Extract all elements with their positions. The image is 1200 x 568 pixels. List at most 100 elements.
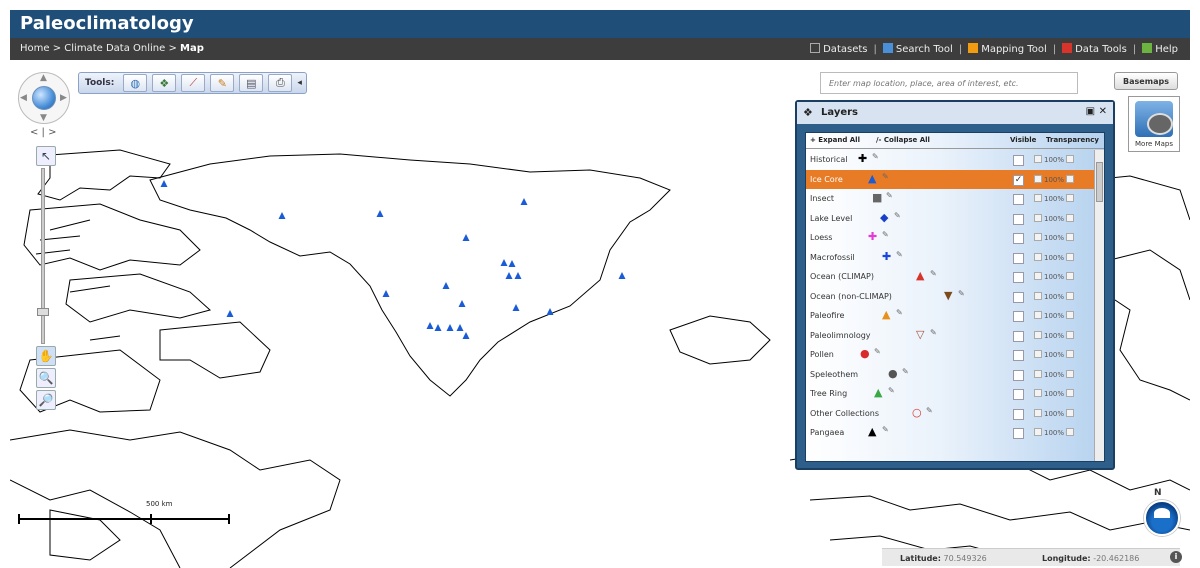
ice-core-marker[interactable] [508, 260, 516, 267]
breadcrumb-home[interactable]: Home [20, 43, 50, 54]
layer-transparency-control[interactable]: 100% [1032, 155, 1076, 164]
pan-control[interactable]: ▲ ▼ ◀ ▶ [18, 72, 70, 124]
transparency-increase-icon[interactable] [1066, 428, 1075, 436]
layer-row[interactable]: Loess ✚ ✎ 100% [806, 228, 1096, 248]
breadcrumb-climate-data-online[interactable]: Climate Data Online [64, 43, 165, 54]
ice-core-marker[interactable] [618, 272, 626, 279]
ice-core-marker[interactable] [462, 234, 470, 241]
collapse-all-link[interactable]: /- Collapse All [876, 136, 930, 144]
link-datasets[interactable]: Datasets [810, 43, 867, 55]
link-search-tool[interactable]: Search Tool [882, 43, 953, 55]
zoom-thumb[interactable] [37, 308, 49, 316]
rotate-control[interactable]: < | > [30, 127, 56, 138]
layer-visible-checkbox[interactable] [1013, 311, 1024, 322]
zoom-out-icon[interactable]: 🔎 [36, 390, 56, 410]
layer-transparency-control[interactable]: 100% [1032, 369, 1076, 379]
pan-left-icon[interactable]: ◀ [20, 93, 27, 103]
tools-collapse-icon[interactable]: ◂ [297, 78, 302, 88]
zoom-slider[interactable] [36, 168, 50, 344]
transparency-increase-icon[interactable] [1066, 272, 1075, 280]
layer-transparency-control[interactable]: 100% [1032, 252, 1076, 262]
basemaps-button[interactable]: Basemaps [1114, 72, 1178, 90]
ice-core-marker[interactable] [512, 304, 520, 311]
layer-row[interactable]: Ocean (non-CLIMAP) ▼ ✎ 100% [806, 287, 1096, 307]
measure-tool-button[interactable]: ⟋ [181, 74, 206, 92]
ice-core-marker[interactable] [382, 290, 390, 297]
location-search-input[interactable] [820, 72, 1078, 94]
transparency-increase-icon[interactable] [1066, 174, 1075, 183]
layer-visible-checkbox[interactable] [1013, 194, 1024, 205]
ice-core-marker[interactable] [500, 259, 508, 266]
link-help[interactable]: Help [1142, 43, 1178, 55]
layer-row[interactable]: Pollen ● ✎ 100% [806, 345, 1096, 365]
transparency-increase-icon[interactable] [1066, 389, 1075, 397]
layer-visible-checkbox[interactable] [1013, 350, 1024, 361]
transparency-decrease-icon[interactable] [1034, 233, 1042, 241]
more-maps-button[interactable]: More Maps [1128, 96, 1180, 152]
ice-core-marker[interactable] [226, 310, 234, 317]
ice-core-marker[interactable] [462, 332, 470, 339]
transparency-decrease-icon[interactable] [1034, 252, 1042, 261]
layer-edit-icon[interactable]: ✎ [930, 269, 937, 278]
layer-visible-checkbox[interactable] [1013, 330, 1024, 342]
layer-row[interactable]: Lake Level ◆ ✎ 100% [806, 209, 1096, 229]
layer-row[interactable]: Paleolimnology ▽ ✎ 100% [806, 326, 1096, 346]
transparency-decrease-icon[interactable] [1034, 194, 1042, 202]
transparency-increase-icon[interactable] [1066, 213, 1075, 222]
layer-edit-icon[interactable]: ✎ [894, 211, 901, 220]
layer-visible-checkbox[interactable] [1013, 233, 1024, 244]
layer-edit-icon[interactable]: ✎ [872, 152, 879, 161]
ice-core-marker[interactable] [160, 180, 168, 187]
transparency-increase-icon[interactable] [1066, 194, 1075, 202]
link-mapping-tool[interactable]: Mapping Tool [968, 43, 1047, 55]
transparency-increase-icon[interactable] [1066, 291, 1075, 300]
transparency-increase-icon[interactable] [1066, 155, 1075, 163]
zoom-in-icon[interactable]: 🔍 [36, 368, 56, 388]
layers-tool-button[interactable]: ❖ [152, 74, 177, 92]
transparency-decrease-icon[interactable] [1034, 369, 1042, 378]
layer-edit-icon[interactable]: ✎ [888, 386, 895, 395]
draw-tool-button[interactable]: ✎ [210, 74, 235, 92]
layer-row[interactable]: Tree Ring ▲ ✎ 100% [806, 384, 1096, 404]
layer-edit-icon[interactable]: ✎ [958, 289, 965, 298]
layer-visible-checkbox[interactable] [1013, 389, 1024, 400]
layer-visible-checkbox[interactable]: ✓ [1013, 174, 1024, 186]
zoom-track[interactable] [41, 168, 45, 344]
layer-edit-icon[interactable]: ✎ [926, 406, 933, 415]
layer-row[interactable]: Macrofossil ✚ ✎ 100% [806, 248, 1096, 268]
layer-visible-checkbox[interactable] [1013, 291, 1024, 303]
layer-transparency-control[interactable]: 100% [1032, 291, 1076, 301]
transparency-increase-icon[interactable] [1066, 350, 1075, 358]
transparency-decrease-icon[interactable] [1034, 291, 1042, 300]
transparency-decrease-icon[interactable] [1034, 174, 1042, 183]
globe-icon[interactable] [32, 86, 56, 110]
layers-scrollbar-thumb[interactable] [1096, 162, 1103, 202]
transparency-decrease-icon[interactable] [1034, 428, 1042, 436]
layer-transparency-control[interactable]: 100% [1032, 233, 1076, 242]
ice-core-marker[interactable] [456, 324, 464, 331]
layer-edit-icon[interactable]: ✎ [874, 347, 881, 356]
transparency-increase-icon[interactable] [1066, 369, 1075, 378]
layer-row[interactable]: Pangaea ▲ ✎ 100% [806, 423, 1096, 443]
transparency-decrease-icon[interactable] [1034, 350, 1042, 358]
transparency-decrease-icon[interactable] [1034, 330, 1042, 339]
layer-transparency-control[interactable]: 100% [1032, 330, 1076, 340]
ice-core-marker[interactable] [446, 324, 454, 331]
maximize-icon[interactable]: ▣ [1086, 106, 1095, 117]
layer-edit-icon[interactable]: ✎ [896, 308, 903, 317]
layer-visible-checkbox[interactable] [1013, 408, 1024, 420]
layer-transparency-control[interactable]: 100% [1032, 408, 1076, 418]
transparency-increase-icon[interactable] [1066, 252, 1075, 261]
globe-tool-button[interactable]: ◍ [123, 74, 148, 92]
layer-visible-checkbox[interactable] [1013, 252, 1024, 264]
ice-core-marker[interactable] [514, 272, 522, 279]
layer-transparency-control[interactable]: 100% [1032, 194, 1076, 203]
layer-visible-checkbox[interactable] [1013, 428, 1024, 439]
layer-transparency-control[interactable]: 100% [1032, 350, 1076, 359]
layer-transparency-control[interactable]: 100% [1032, 428, 1076, 437]
transparency-decrease-icon[interactable] [1034, 155, 1042, 163]
layer-transparency-control[interactable]: 100% [1032, 311, 1076, 320]
layer-edit-icon[interactable]: ✎ [882, 425, 889, 434]
layer-row[interactable]: Other Collections ○ ✎ 100% [806, 404, 1096, 424]
layer-edit-icon[interactable]: ✎ [896, 250, 903, 259]
